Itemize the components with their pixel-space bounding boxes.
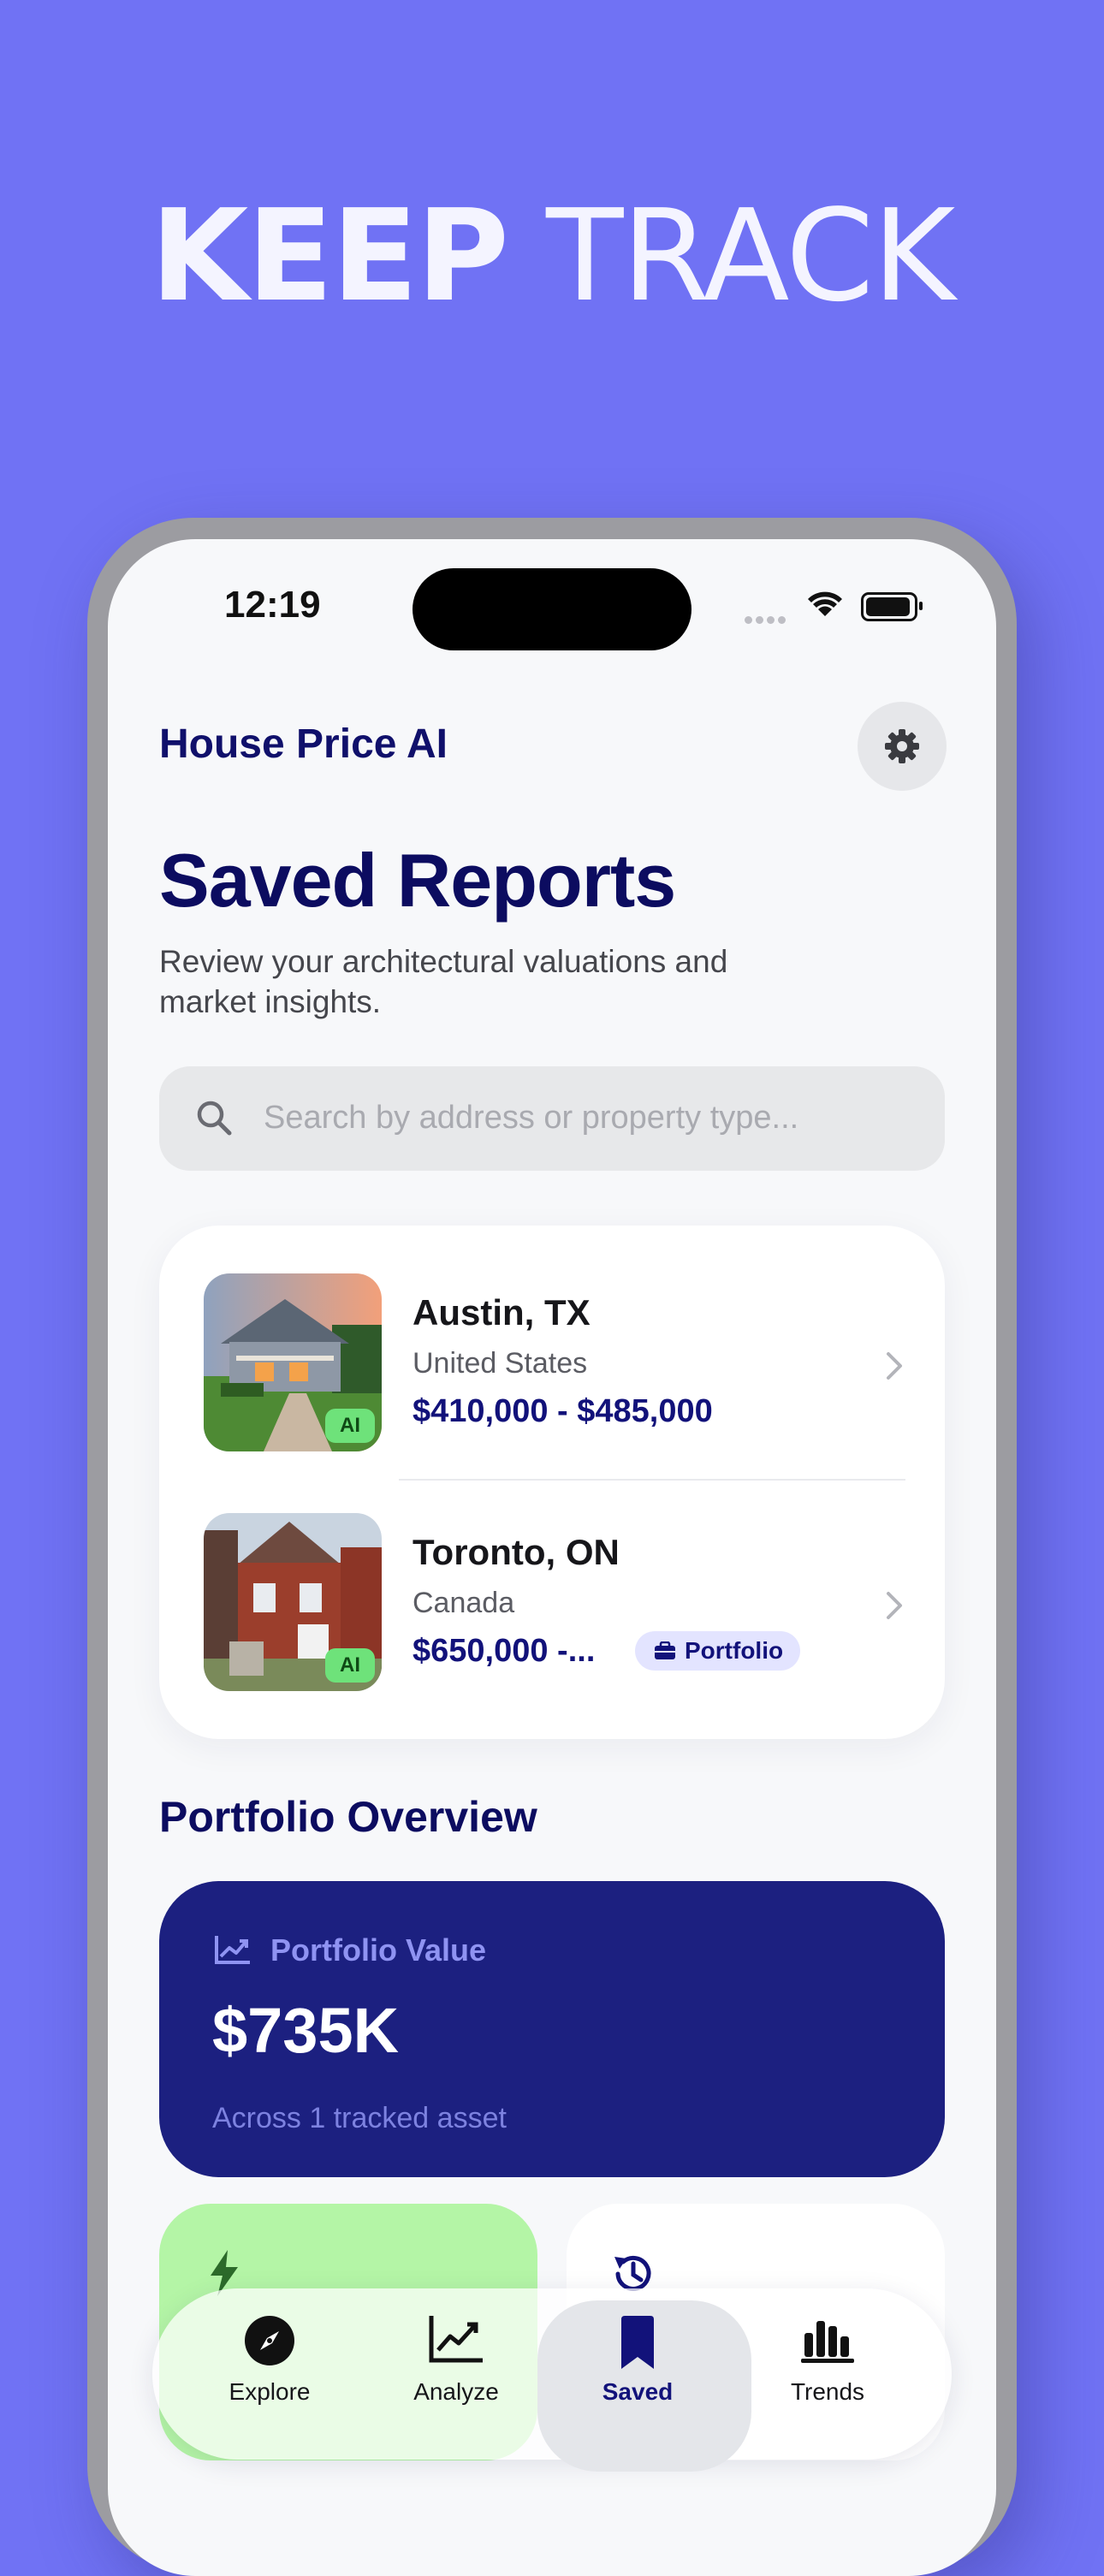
- tab-bar: Explore Analyze Saved Trends: [152, 2288, 952, 2472]
- chevron-right-icon: [887, 1352, 902, 1380]
- tab-label: Saved: [602, 2378, 674, 2405]
- tab-analyze[interactable]: Analyze: [356, 2288, 556, 2460]
- report-country: Canada: [413, 1587, 515, 1619]
- bookmark-icon: [621, 2316, 654, 2369]
- trend-chart-icon: [215, 1936, 250, 1964]
- compass-icon: [245, 2316, 294, 2365]
- tab-label: Trends: [790, 2378, 865, 2405]
- tab-saved[interactable]: Saved: [537, 2288, 751, 2472]
- gear-icon: [885, 729, 919, 763]
- property-photo: AI: [204, 1273, 382, 1451]
- report-item-toronto[interactable]: AI Toronto, ON Canada $650,000 -... Port…: [159, 1513, 945, 1693]
- page-title: Saved Reports: [159, 838, 676, 923]
- headline-bold: KEEP: [150, 182, 509, 329]
- portfolio-subtext: Across 1 tracked asset: [212, 2102, 507, 2134]
- portfolio-value-card[interactable]: Portfolio Value $735K Across 1 tracked a…: [159, 1881, 945, 2177]
- search-placeholder: Search by address or property type...: [264, 1100, 799, 1136]
- report-price: $410,000 - $485,000: [413, 1393, 713, 1429]
- app-screen: 12:19 House Price AI Saved Reports Revie…: [108, 539, 996, 2576]
- property-photo: AI: [204, 1513, 382, 1691]
- app-brand: House Price AI: [159, 721, 448, 767]
- ai-badge: AI: [325, 1409, 375, 1443]
- portfolio-card-label: Portfolio Value: [270, 1932, 487, 1968]
- portfolio-value: $735K: [212, 1995, 400, 2066]
- ai-badge: AI: [325, 1648, 375, 1683]
- headline-light: TRACK: [546, 182, 955, 329]
- reports-list: AI Austin, TX United States $410,000 - $…: [159, 1226, 945, 1739]
- portfolio-tag: Portfolio: [635, 1631, 801, 1671]
- tab-trends[interactable]: Trends: [727, 2288, 928, 2460]
- search-input[interactable]: Search by address or property type...: [159, 1066, 945, 1171]
- bar-chart-icon: [801, 2321, 854, 2363]
- briefcase-icon: [655, 1641, 675, 1659]
- promo-headline: KEEP TRACK: [0, 193, 1104, 319]
- section-title: Portfolio Overview: [159, 1793, 537, 1841]
- settings-button[interactable]: [858, 702, 947, 791]
- tab-label: Explore: [229, 2378, 311, 2405]
- chevron-right-icon: [887, 1592, 902, 1619]
- portfolio-tag-label: Portfolio: [685, 1637, 784, 1664]
- page-subtitle: Review your architectural valuations and…: [159, 944, 728, 1019]
- tab-explore[interactable]: Explore: [169, 2288, 370, 2460]
- report-price: $650,000 -...: [413, 1633, 596, 1669]
- report-city: Toronto, ON: [413, 1532, 620, 1572]
- battery-icon: [861, 592, 923, 621]
- tab-label: Analyze: [413, 2378, 499, 2405]
- divider: [399, 1479, 905, 1481]
- report-country: United States: [413, 1347, 588, 1380]
- status-time: 12:19: [224, 584, 321, 626]
- dynamic-island: [413, 568, 691, 650]
- line-chart-icon: [429, 2316, 483, 2363]
- signal-icon: [745, 613, 789, 624]
- report-item-austin[interactable]: AI Austin, TX United States $410,000 - $…: [159, 1273, 945, 1453]
- wifi-icon: [808, 591, 842, 616]
- report-city: Austin, TX: [413, 1292, 591, 1333]
- search-icon: [197, 1101, 232, 1136]
